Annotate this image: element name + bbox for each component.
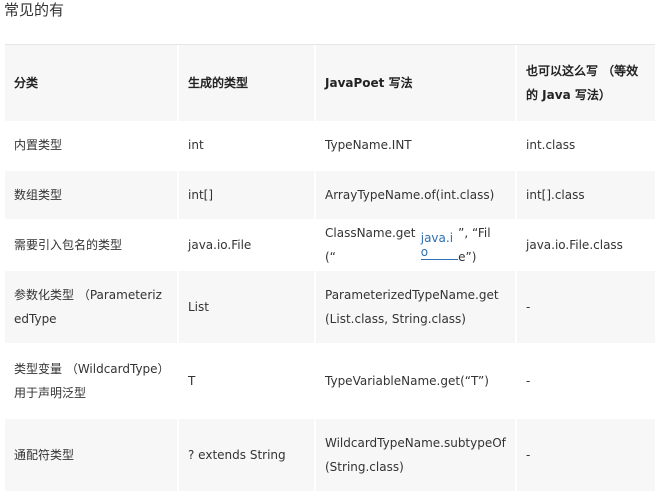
cell-category: 参数化类型 （ParameterizedType [5, 271, 179, 343]
header-category: 分类 [5, 45, 179, 121]
javapoet-prefix: ClassName.get(“ [325, 226, 416, 264]
cell-category: 数组类型 [5, 171, 179, 219]
table-row: 内置类型 int TypeName.INT int.class [5, 121, 655, 169]
cell-java: - [517, 419, 655, 491]
cell-category: 类型变量 （WildcardType）用于声明泛型 [5, 345, 179, 417]
cell-java: - [517, 345, 655, 417]
cell-type: int[] [179, 171, 316, 219]
cell-java: int.class [517, 121, 655, 169]
cell-javapoet: TypeName.INT [316, 121, 517, 169]
cell-javapoet: TypeVariableName.get(“T”) [316, 345, 517, 417]
cell-type: int [179, 121, 316, 169]
cell-javapoet: WildcardTypeName.subtypeOf(String.class) [316, 419, 517, 491]
cell-category: 需要引入包名的类型 [5, 221, 179, 269]
header-generated-type: 生成的类型 [179, 45, 316, 121]
javapoet-suffix: ”, “File”) [458, 226, 491, 264]
cell-type: T [179, 345, 316, 417]
table-row: 参数化类型 （ParameterizedType List Parameteri… [5, 271, 655, 343]
cell-javapoet: ParameterizedTypeName.get(List.class, St… [316, 271, 517, 343]
table-row: 数组类型 int[] ArrayTypeName.of(int.class) i… [5, 171, 655, 219]
cell-java: - [517, 271, 655, 343]
cell-type: List [179, 271, 316, 343]
type-mapping-table: 分类 生成的类型 JavaPoet 写法 也可以这么写 （等效的 Java 写法… [5, 44, 655, 495]
table-header-row: 分类 生成的类型 JavaPoet 写法 也可以这么写 （等效的 Java 写法… [5, 45, 655, 121]
cell-java: int[].class [517, 171, 655, 219]
java-io-link[interactable]: java.io [420, 231, 459, 260]
table-row: 通配符类型 ? extends String WildcardTypeName.… [5, 419, 655, 491]
cell-category: 通配符类型 [5, 419, 179, 491]
cell-java: java.io.File.class [517, 221, 655, 269]
header-javapoet: JavaPoet 写法 [316, 45, 517, 121]
cell-type: ? extends String [179, 419, 316, 491]
cell-javapoet: ClassName.get(“ java.io”, “File”) [316, 221, 517, 269]
table-row: 类型变量 （WildcardType）用于声明泛型 T TypeVariable… [5, 345, 655, 417]
cell-type: java.io.File [179, 221, 316, 269]
header-java-equivalent: 也可以这么写 （等效的 Java 写法） [517, 45, 655, 121]
section-heading: 常见的有 [4, 1, 65, 19]
cell-category: 内置类型 [5, 121, 179, 169]
cell-javapoet: ArrayTypeName.of(int.class) [316, 171, 517, 219]
table-row: 需要引入包名的类型 java.io.File ClassName.get(“ ja… [5, 221, 655, 269]
